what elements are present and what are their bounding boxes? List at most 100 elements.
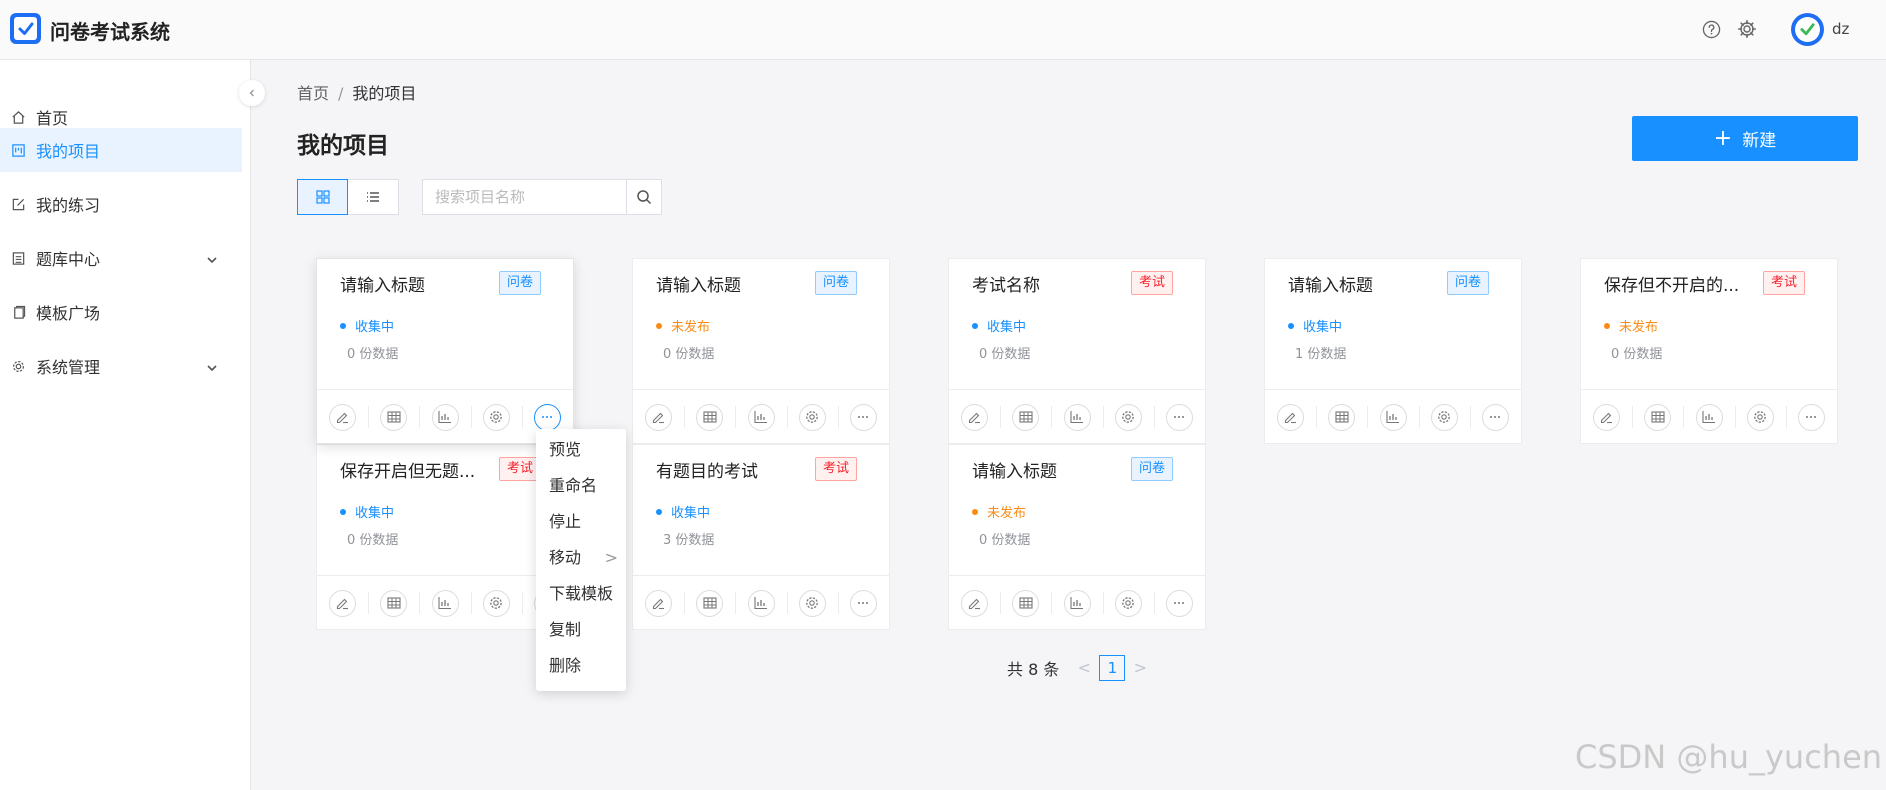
chevron-down-icon (206, 251, 218, 270)
sidebar-item-my-projects[interactable]: 我的项目 (0, 128, 242, 172)
card-action-more (1153, 588, 1205, 618)
project-card[interactable]: 请输入标题 问卷 未发布 0 份数据 (948, 444, 1206, 630)
gear-icon[interactable] (798, 589, 826, 617)
edit-icon[interactable] (645, 589, 673, 617)
more-icon[interactable] (1165, 403, 1193, 431)
page-number-button[interactable]: 1 (1099, 654, 1126, 681)
chart-icon[interactable] (1379, 403, 1407, 431)
gear-icon[interactable] (482, 589, 510, 617)
more-icon[interactable] (849, 589, 877, 617)
menu-item-label: 预览 (549, 440, 582, 459)
chart-icon[interactable] (1063, 589, 1091, 617)
table-icon[interactable] (1012, 403, 1040, 431)
card-type-tag: 问卷 (814, 271, 857, 295)
project-card[interactable]: 考试名称 考试 收集中 0 份数据 (948, 258, 1206, 444)
chart-icon[interactable] (747, 403, 775, 431)
card-title[interactable]: 请输入标题 (972, 457, 1057, 482)
username[interactable]: dz (1832, 20, 1849, 38)
chart-icon[interactable] (431, 403, 459, 431)
help-circle-icon[interactable] (1701, 19, 1721, 39)
table-icon[interactable] (1012, 589, 1040, 617)
more-icon[interactable] (1481, 403, 1509, 431)
menu-item-move[interactable]: 移动 > (536, 540, 626, 576)
list-view-button[interactable] (348, 179, 399, 215)
gear-icon[interactable] (482, 403, 510, 431)
card-title[interactable]: 考试名称 (972, 271, 1040, 296)
menu-item-label: 停止 (549, 512, 582, 531)
menu-item-rename[interactable]: 重命名 (536, 468, 626, 504)
project-card[interactable]: 请输入标题 问卷 收集中 0 份数据 (316, 258, 574, 444)
project-card[interactable]: 有题目的考试 考试 收集中 3 份数据 (632, 444, 890, 630)
card-title[interactable]: 保存但不开启的... (1604, 271, 1739, 296)
project-card[interactable]: 请输入标题 问卷 收集中 1 份数据 (1264, 258, 1522, 444)
card-data-count: 0 份数据 (663, 347, 715, 362)
menu-item-stop[interactable]: 停止 (536, 504, 626, 540)
table-icon[interactable] (1328, 403, 1356, 431)
gear-icon[interactable] (798, 403, 826, 431)
edit-icon[interactable] (329, 403, 357, 431)
status-text: 收集中 (987, 320, 1027, 335)
more-icon[interactable] (1797, 403, 1825, 431)
edit-icon[interactable] (645, 403, 673, 431)
chart-icon[interactable] (747, 589, 775, 617)
card-action-gear (470, 588, 522, 618)
chart-icon[interactable] (1695, 403, 1723, 431)
menu-item-download-template[interactable]: 下载模板 (536, 576, 626, 612)
edit-icon[interactable] (1277, 403, 1305, 431)
avatar[interactable] (1791, 13, 1824, 46)
table-icon[interactable] (380, 403, 408, 431)
grid-view-button[interactable] (297, 179, 348, 215)
project-card[interactable]: 保存但不开启的... 考试 未发布 0 份数据 (1580, 258, 1838, 444)
gear-icon[interactable] (1430, 403, 1458, 431)
project-card[interactable]: 请输入标题 问卷 未发布 0 份数据 (632, 258, 890, 444)
search-input[interactable] (422, 179, 626, 215)
search-button[interactable] (626, 179, 662, 215)
table-icon[interactable] (380, 589, 408, 617)
card-action-edit (1265, 402, 1316, 432)
more-icon[interactable] (849, 403, 877, 431)
sidebar-item-templates[interactable]: 模板广场 (0, 290, 242, 334)
home-icon (10, 109, 26, 125)
edit-icon[interactable] (329, 589, 357, 617)
plus-icon: + (1713, 125, 1733, 151)
card-title[interactable]: 保存开启但无题... (340, 457, 475, 482)
status-dot-icon (1604, 322, 1610, 329)
card-actions (317, 575, 573, 630)
sidebar-collapse-button[interactable] (239, 80, 265, 106)
prev-page-button[interactable]: < (1073, 658, 1095, 677)
card-title[interactable]: 请输入标题 (656, 271, 741, 296)
breadcrumb-current: 我的项目 (352, 84, 417, 103)
gear-icon[interactable] (1746, 403, 1774, 431)
edit-icon[interactable] (961, 589, 989, 617)
edit-icon[interactable] (1593, 403, 1621, 431)
menu-item-preview[interactable]: 预览 (536, 432, 626, 468)
chart-icon[interactable] (1063, 403, 1091, 431)
gear-icon[interactable] (1114, 403, 1142, 431)
card-action-more (1785, 402, 1837, 432)
card-title[interactable]: 请输入标题 (340, 271, 425, 296)
pagination: 共 8 条 < 1 > (1007, 654, 1151, 681)
card-action-edit (633, 588, 684, 618)
status-text: 收集中 (355, 506, 395, 521)
table-icon[interactable] (696, 403, 724, 431)
menu-item-delete[interactable]: 删除 (536, 648, 626, 684)
new-project-button[interactable]: + 新建 (1632, 116, 1858, 161)
table-icon[interactable] (696, 589, 724, 617)
gear-icon[interactable] (1114, 589, 1142, 617)
edit-icon[interactable] (961, 403, 989, 431)
gear-icon[interactable] (1737, 19, 1757, 39)
card-title[interactable]: 有题目的考试 (656, 457, 758, 482)
sidebar-item-system[interactable]: 系统管理 (0, 344, 242, 388)
more-icon[interactable] (1165, 589, 1193, 617)
menu-item-copy[interactable]: 复制 (536, 612, 626, 648)
more-icon[interactable] (533, 403, 561, 431)
card-title[interactable]: 请输入标题 (1288, 271, 1373, 296)
chart-icon[interactable] (431, 589, 459, 617)
sidebar-item-question-bank[interactable]: 题库中心 (0, 236, 242, 280)
sidebar-item-my-practice[interactable]: 我的练习 (0, 182, 242, 226)
next-page-button[interactable]: > (1129, 658, 1151, 677)
breadcrumb-home[interactable]: 首页 (297, 84, 329, 103)
search-box (422, 179, 662, 215)
table-icon[interactable] (1644, 403, 1672, 431)
grid-icon (315, 190, 330, 204)
